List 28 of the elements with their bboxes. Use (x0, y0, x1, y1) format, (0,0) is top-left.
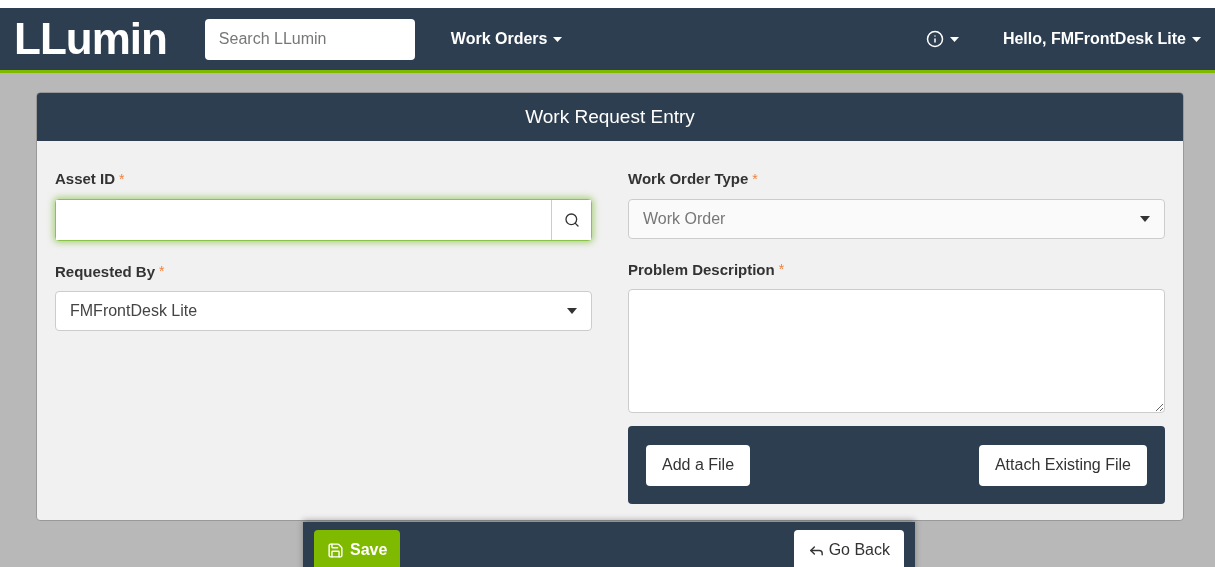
user-menu[interactable]: Hello, FMFrontDesk Lite (1002, 27, 1201, 51)
go-back-button[interactable]: Go Back (793, 530, 904, 567)
field-label: Requested By (55, 261, 156, 282)
field-label: Asset ID (55, 169, 116, 189)
search-button[interactable] (551, 199, 591, 240)
file-button[interactable]: Attach Existing File (978, 444, 1147, 486)
info-icon (925, 30, 944, 48)
select-field[interactable]: FMFrontDesk Lite (55, 291, 592, 331)
description-field[interactable] (628, 289, 1165, 413)
search-field[interactable]: Search LLumin (204, 18, 415, 60)
caret-icon (949, 36, 959, 42)
field-label: Problem Description (628, 259, 775, 280)
caret-icon (553, 36, 563, 42)
asset-id-field[interactable] (55, 198, 592, 241)
field-label: Work Order Type (628, 169, 749, 189)
dropdown-arrow-icon (567, 308, 577, 314)
required-mark: * (752, 169, 758, 189)
required-mark: * (159, 262, 165, 282)
info-menu[interactable] (925, 30, 959, 48)
caret-icon (1192, 36, 1201, 42)
file-button[interactable]: Add a File (646, 444, 751, 486)
panel-title: Work Request Entry (525, 104, 695, 129)
search-icon (563, 211, 580, 228)
required-mark: * (778, 260, 785, 280)
work-orders-menu[interactable]: Work Orders (450, 27, 563, 51)
logo[interactable]: LLumin (14, 17, 167, 61)
required-mark: * (119, 169, 125, 189)
dropdown-arrow-icon (1140, 215, 1150, 222)
